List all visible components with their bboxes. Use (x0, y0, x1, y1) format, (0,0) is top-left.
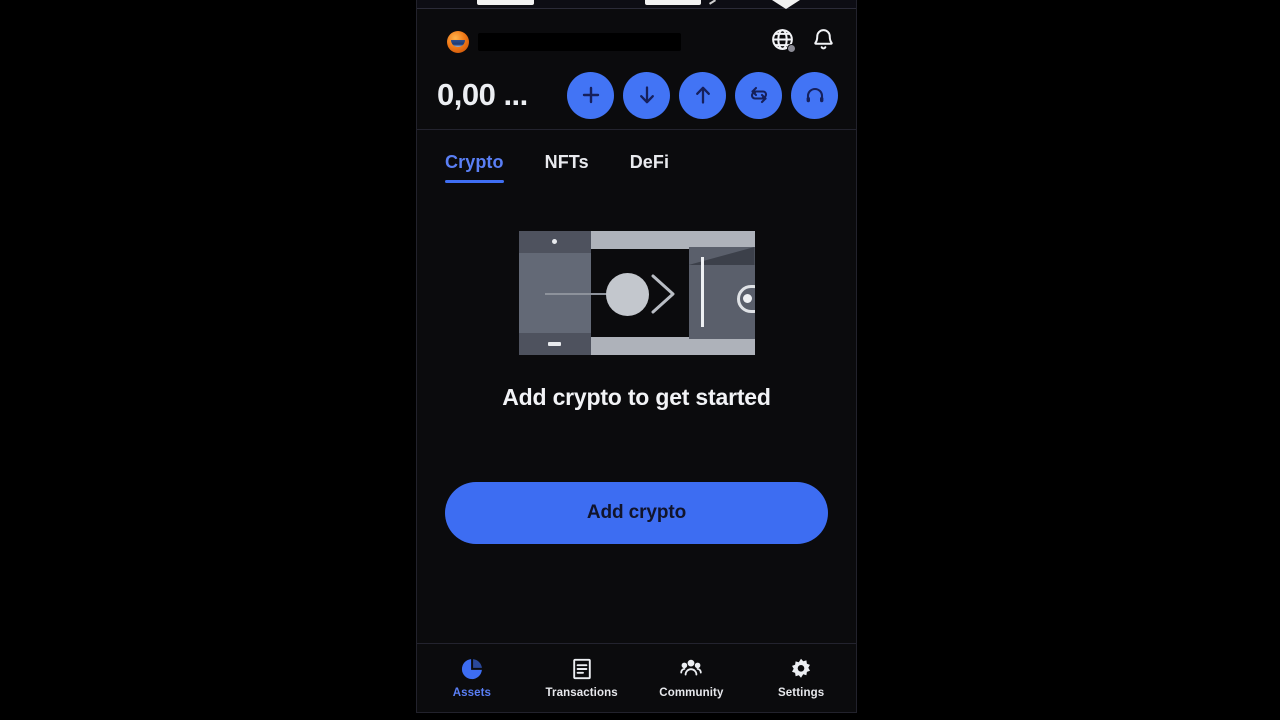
quick-actions (567, 71, 838, 119)
coin-into-wallet-illustration (518, 231, 755, 355)
pie-chart-icon (460, 657, 484, 681)
asset-tabs: Crypto NFTs DeFi (417, 130, 856, 202)
status-bar-pill-left (477, 0, 534, 5)
status-bar (417, 0, 856, 9)
nav-label-transactions: Transactions (545, 687, 618, 699)
gear-icon (789, 657, 813, 681)
globe-badge-dot (787, 44, 796, 53)
nav-label-community: Community (659, 687, 724, 699)
illustration-card-dash (547, 342, 561, 346)
balance-row: 0,00 ... (417, 65, 856, 125)
status-bar-tick (709, 0, 716, 5)
buy-button[interactable] (567, 71, 614, 119)
bell-icon[interactable] (811, 27, 836, 52)
swap-button[interactable] (735, 71, 782, 119)
tab-defi[interactable]: DeFi (630, 152, 669, 195)
support-button[interactable] (791, 71, 838, 119)
avatar[interactable] (447, 31, 469, 53)
document-icon (570, 657, 594, 681)
people-icon (679, 657, 703, 681)
nav-item-settings[interactable]: Settings (746, 644, 856, 712)
illustration-coin (605, 273, 649, 316)
wallet-header: 0,00 ... (417, 9, 856, 129)
nav-item-assets[interactable]: Assets (417, 644, 527, 712)
add-crypto-button[interactable]: Add crypto (445, 482, 828, 544)
nav-item-transactions[interactable]: Transactions (527, 644, 637, 712)
illustration-card-dot (551, 239, 557, 244)
empty-state: Add crypto to get started Add crypto (417, 205, 856, 544)
phone-screen: 0,00 ... Crypto NFTs DeFi Add crypto to … (416, 0, 857, 713)
send-button[interactable] (679, 71, 726, 119)
status-bar-pill-center (645, 0, 701, 5)
nav-item-community[interactable]: Community (637, 644, 747, 712)
tab-nfts[interactable]: NFTs (545, 152, 589, 195)
illustration-bar-bottom (590, 337, 755, 355)
receive-button[interactable] (623, 71, 670, 119)
status-bar-notch (772, 0, 800, 9)
nav-label-settings: Settings (778, 687, 825, 699)
balance-amount[interactable]: 0,00 ... (437, 77, 528, 113)
bottom-nav: Assets Transactions Community Settings (417, 644, 856, 712)
illustration-arrow-icon (647, 272, 677, 316)
nav-label-assets: Assets (452, 687, 492, 699)
tab-crypto[interactable]: Crypto (445, 152, 504, 195)
globe-icon[interactable] (770, 27, 796, 53)
empty-state-title: Add crypto to get started (502, 384, 771, 410)
illustration-wallet-seam (700, 257, 704, 327)
illustration-wallet-clasp-dot (742, 294, 752, 303)
account-name-redacted[interactable] (478, 33, 681, 51)
header-icons (770, 27, 836, 53)
